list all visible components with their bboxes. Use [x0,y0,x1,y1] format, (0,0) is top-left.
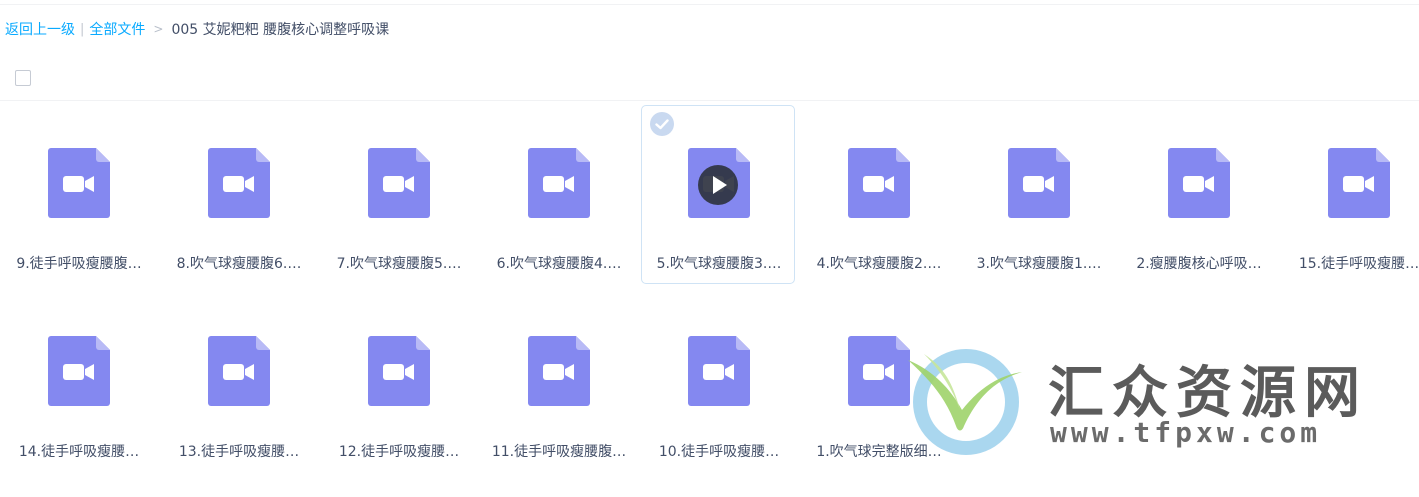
video-file-icon [208,148,270,218]
back-link[interactable]: 返回上一级 [5,19,75,39]
file-name[interactable]: 8.吹气球瘦腰腹6.… [166,254,312,274]
breadcrumb-chevron: > [153,22,164,36]
file-tile[interactable]: 8.吹气球瘦腰腹6.… [161,105,315,284]
video-file-icon [1328,148,1390,218]
select-all-checkbox[interactable] [15,70,31,86]
play-icon[interactable] [698,165,738,205]
file-tile[interactable]: 7.吹气球瘦腰腹5.… [321,105,475,284]
video-file-icon [1008,148,1070,218]
video-file-icon [528,148,590,218]
breadcrumb-separator: | [80,21,85,37]
file-tile[interactable]: 6.吹气球瘦腰腹4.… [481,105,635,284]
all-files-link[interactable]: 全部文件 [89,19,145,39]
file-name[interactable]: 15.徒手呼吸瘦腰… [1286,254,1419,274]
file-tile[interactable]: 10.徒手呼吸瘦腰… [641,293,795,472]
file-name[interactable]: 2.瘦腰腹核心呼吸… [1126,254,1272,274]
check-circle-icon[interactable] [650,112,674,136]
video-file-icon [848,148,910,218]
video-file-icon [1168,148,1230,218]
file-name[interactable]: 10.徒手呼吸瘦腰… [646,442,792,462]
watermark: 汇众资源网 www.tfpxw.com [900,340,1380,470]
watermark-url: www.tfpxw.com [1050,416,1322,449]
file-name[interactable]: 13.徒手呼吸瘦腰… [166,442,312,462]
video-file-icon [368,148,430,218]
current-folder-name: 005 艾妮粑粑 腰腹核心调整呼吸课 [171,22,390,38]
watermark-logo [908,349,1022,455]
top-divider [0,4,1419,5]
video-file-icon [48,336,110,406]
video-file-icon [208,336,270,406]
file-name[interactable]: 6.吹气球瘦腰腹4.… [486,254,632,274]
video-file-icon [368,336,430,406]
file-name[interactable]: 14.徒手呼吸瘦腰… [6,442,152,462]
file-tile[interactable]: 13.徒手呼吸瘦腰… [161,293,315,472]
file-tile[interactable]: 11.徒手呼吸瘦腰腹… [481,293,635,472]
video-file-icon [528,336,590,406]
file-tile[interactable]: 4.吹气球瘦腰腹2.… [801,105,955,284]
breadcrumb: 返回上一级 | 全部文件 > 005 艾妮粑粑 腰腹核心调整呼吸课 [5,19,389,39]
file-tile[interactable]: 12.徒手呼吸瘦腰… [321,293,475,472]
file-name[interactable]: 5.吹气球瘦腰腹3.… [646,254,792,274]
video-file-icon [688,336,750,406]
file-tile[interactable]: 5.吹气球瘦腰腹3.… [641,105,795,284]
select-all-bar [0,60,1419,101]
video-file-icon [48,148,110,218]
file-tile[interactable]: 3.吹气球瘦腰腹1.… [961,105,1115,284]
file-tile[interactable]: 9.徒手呼吸瘦腰腹… [1,105,155,284]
file-name[interactable]: 9.徒手呼吸瘦腰腹… [6,254,152,274]
file-tile[interactable]: 15.徒手呼吸瘦腰… [1281,105,1419,284]
file-name[interactable]: 12.徒手呼吸瘦腰… [326,442,472,462]
file-name[interactable]: 4.吹气球瘦腰腹2.… [806,254,952,274]
file-name[interactable]: 11.徒手呼吸瘦腰腹… [486,442,632,462]
file-tile[interactable]: 2.瘦腰腹核心呼吸… [1121,105,1275,284]
file-name[interactable]: 7.吹气球瘦腰腹5.… [326,254,472,274]
file-tile[interactable]: 14.徒手呼吸瘦腰… [1,293,155,472]
file-name[interactable]: 3.吹气球瘦腰腹1.… [966,254,1112,274]
